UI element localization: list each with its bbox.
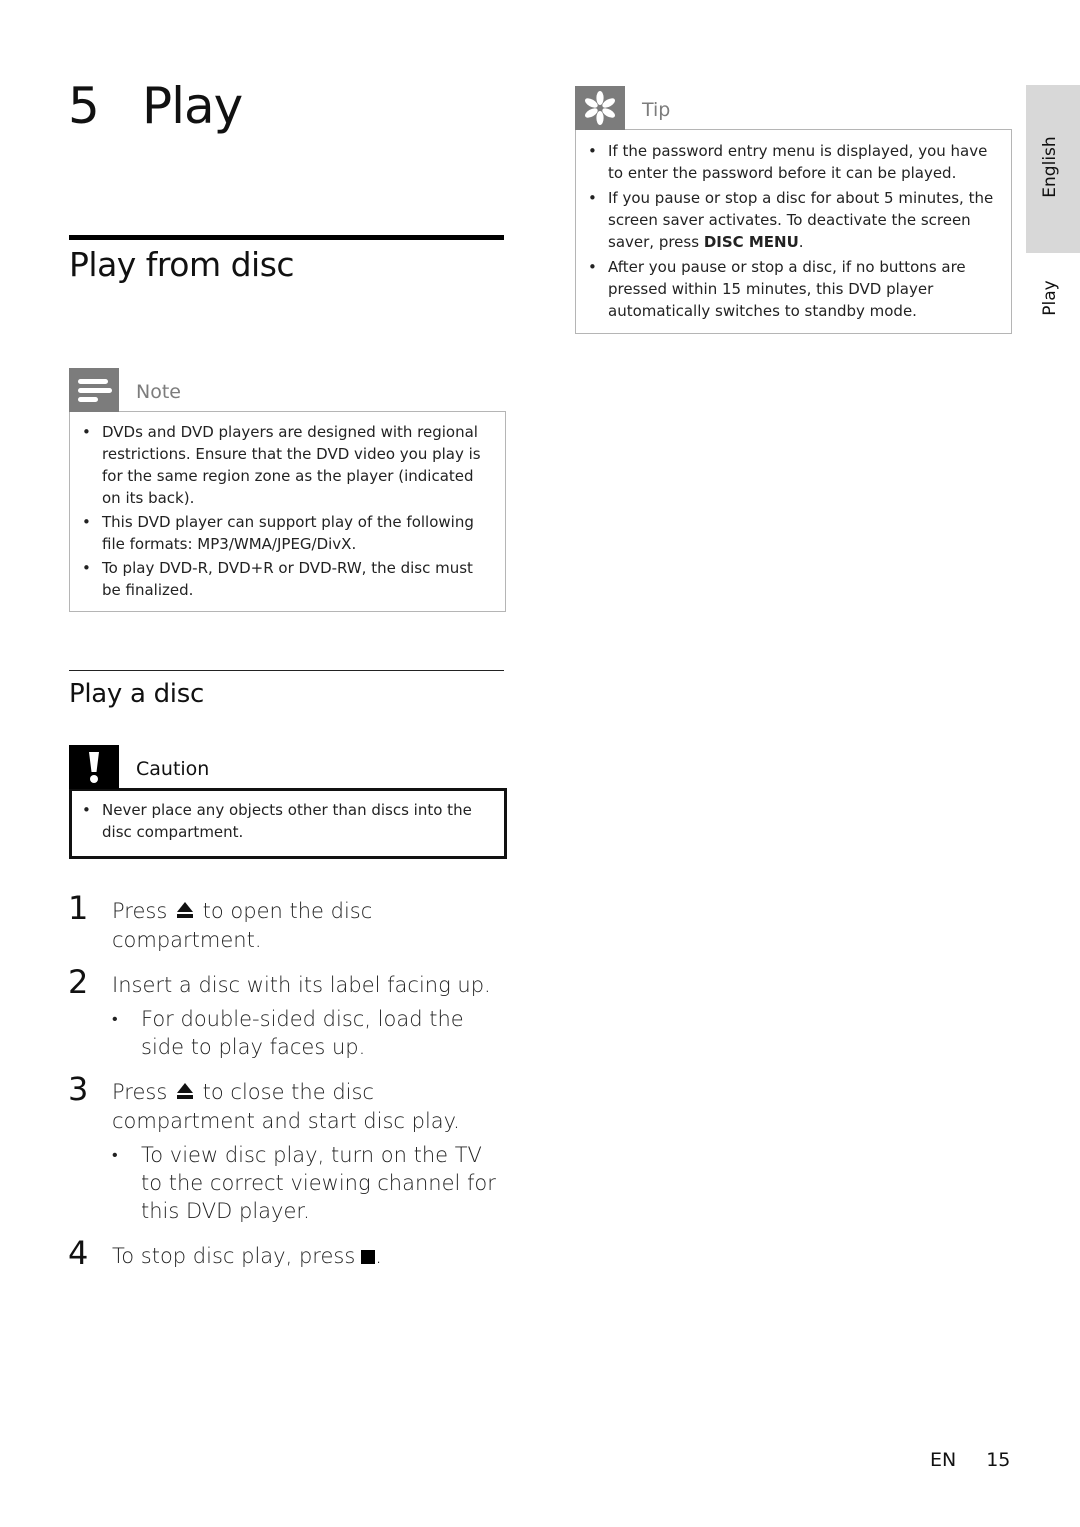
step-3: 3 Press to close the disc compartment an…	[68, 1069, 508, 1225]
eject-icon	[176, 1079, 194, 1107]
section-divider	[69, 235, 504, 240]
note-title: Note	[136, 381, 181, 403]
step-text: Press	[112, 899, 168, 923]
step-2: 2 Insert a disc with its label facing up…	[68, 962, 508, 1061]
asterisk-icon	[575, 86, 625, 130]
chapter-number: 5	[68, 77, 100, 135]
step-text: Press	[112, 1080, 168, 1104]
steps-list: 1 Press to open the disc compartment. 2 …	[68, 888, 508, 1281]
tip-item: If you pause or stop a disc for about 5 …	[588, 187, 999, 253]
eject-icon	[176, 898, 194, 926]
tip-title: Tip	[642, 99, 671, 121]
tip-item: If the password entry menu is displayed,…	[588, 140, 999, 184]
step-number: 3	[68, 1070, 89, 1108]
language-tab-label: English	[1040, 136, 1060, 198]
tip-item: After you pause or stop a disc, if no bu…	[588, 256, 999, 322]
step-text: Insert a disc with its label facing up.	[112, 973, 491, 997]
stop-icon	[361, 1250, 376, 1264]
step-number: 1	[68, 889, 89, 927]
caution-item: Never place any objects other than discs…	[82, 799, 494, 843]
note-item: This DVD player can support play of the …	[82, 511, 493, 555]
step-subitem: For double-sided disc, load the side to …	[112, 1005, 508, 1061]
step-text: To stop disc play, press	[112, 1244, 356, 1268]
subsection-title: Play a disc	[69, 679, 204, 709]
subsection-divider	[69, 670, 504, 671]
step-subitem: To view disc play, turn on the TV to the…	[112, 1141, 508, 1225]
button-name-disc-menu: DISC MENU	[703, 233, 799, 251]
caution-title: Caution	[136, 758, 210, 780]
step-1: 1 Press to open the disc compartment.	[68, 888, 508, 954]
step-number: 4	[68, 1234, 89, 1272]
note-lines-icon	[69, 368, 119, 412]
chapter-heading: 5 Play	[68, 74, 243, 138]
chapter-tab-label: Play	[1040, 280, 1060, 316]
step-4: 4 To stop disc play, press.	[68, 1233, 508, 1273]
caution-box: Caution Never place any objects other th…	[69, 745, 507, 859]
tip-box: Tip If the password entry menu is displa…	[575, 86, 1012, 334]
note-item: DVDs and DVD players are designed with r…	[82, 421, 493, 509]
note-item: To play DVD-R, DVD+R or DVD-RW, the disc…	[82, 557, 493, 601]
exclamation-icon	[69, 745, 119, 789]
step-number: 2	[68, 963, 89, 1001]
note-box: Note DVDs and DVD players are designed w…	[69, 368, 506, 612]
page-number: 15	[986, 1449, 1011, 1471]
chapter-title: Play	[142, 77, 243, 135]
tip-item-text-end: .	[798, 233, 804, 251]
footer-language: EN	[930, 1449, 957, 1471]
page-footer: EN 15	[930, 1447, 1010, 1473]
section-title: Play from disc	[69, 245, 295, 284]
step-text-end: .	[375, 1244, 382, 1268]
